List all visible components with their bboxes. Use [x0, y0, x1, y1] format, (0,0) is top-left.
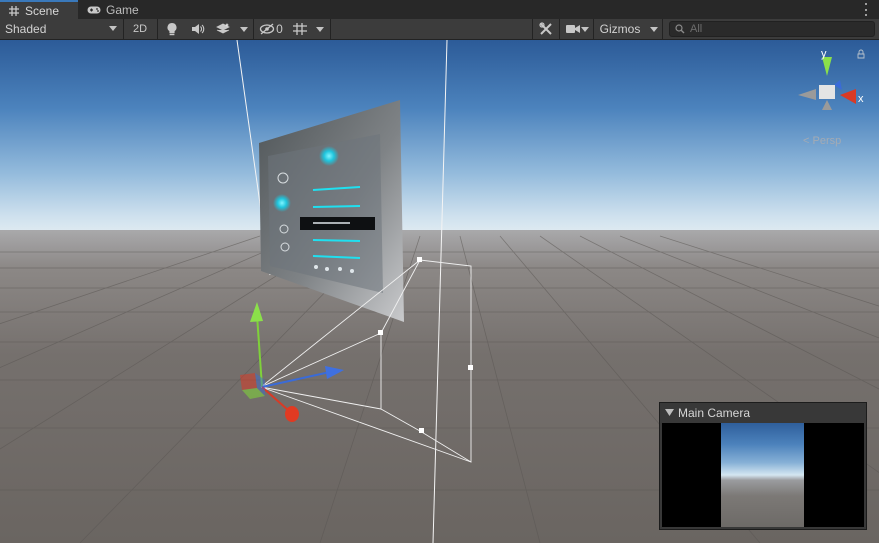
hidden-object-count: 0 [276, 22, 283, 36]
chevron-down-icon [581, 26, 589, 32]
camera-preview-view [662, 423, 864, 527]
eye-slash-icon [260, 23, 275, 35]
camera-settings-dropdown[interactable] [578, 19, 592, 39]
lighting-toggle[interactable] [160, 19, 184, 39]
grid-toggle[interactable] [288, 19, 312, 39]
gizmos-label: Gizmos [599, 22, 641, 36]
camera-preview-panel: Main Camera [659, 402, 867, 530]
camera-render-image [721, 423, 804, 527]
grid-icon [8, 5, 20, 17]
2d-mode-label: 2D [132, 23, 148, 35]
x-axis-label: x [858, 93, 864, 105]
audio-toggle[interactable] [186, 19, 210, 39]
scene-toolbar: Shaded 2D 0 Gizmos [0, 19, 879, 40]
chevron-down-icon [240, 26, 248, 32]
chevron-down-icon [650, 26, 658, 32]
more-options-icon[interactable] [861, 2, 871, 17]
gizmos-toggle[interactable]: Gizmos [594, 19, 646, 39]
effects-toggle[interactable] [211, 19, 235, 39]
perspective-icon: < [803, 135, 810, 147]
tools-icon [539, 22, 552, 35]
search-input[interactable] [690, 23, 865, 35]
skybox [0, 40, 879, 236]
2d-mode-toggle[interactable]: 2D [127, 19, 153, 39]
scene-search-field[interactable] [669, 21, 875, 37]
scene-visibility-toggle[interactable]: 0 [255, 19, 287, 39]
shading-mode-value: Shaded [5, 22, 47, 36]
tab-game[interactable]: Game [79, 0, 145, 19]
search-icon [675, 24, 685, 34]
tab-bar: Scene Game [0, 0, 879, 19]
projection-toggle[interactable]: < Persp [803, 135, 841, 147]
tab-game-label: Game [106, 2, 139, 17]
camera-preview-header[interactable]: Main Camera [660, 403, 866, 422]
projection-label: Persp [812, 135, 842, 147]
gizmos-dropdown[interactable] [647, 19, 661, 39]
grid-dropdown[interactable] [313, 19, 327, 39]
tab-scene-label: Scene [25, 3, 60, 18]
gizmo-center-cube[interactable] [819, 85, 835, 99]
tab-scene[interactable]: Scene [0, 0, 78, 19]
camera-preview-title: Main Camera [678, 405, 751, 420]
grid-snap-icon [293, 23, 307, 35]
tools-button[interactable] [534, 19, 558, 39]
shading-mode-dropdown[interactable]: Shaded [0, 19, 122, 39]
gamepad-icon [87, 5, 101, 15]
speaker-icon [192, 24, 205, 34]
effects-dropdown[interactable] [237, 19, 251, 39]
collapse-triangle-icon[interactable] [665, 409, 674, 416]
light-bulb-icon [167, 22, 177, 36]
chevron-down-icon [316, 26, 324, 32]
chevron-down-icon [109, 26, 117, 31]
y-axis-label: y [821, 48, 827, 60]
layers-effects-icon [216, 23, 230, 34]
